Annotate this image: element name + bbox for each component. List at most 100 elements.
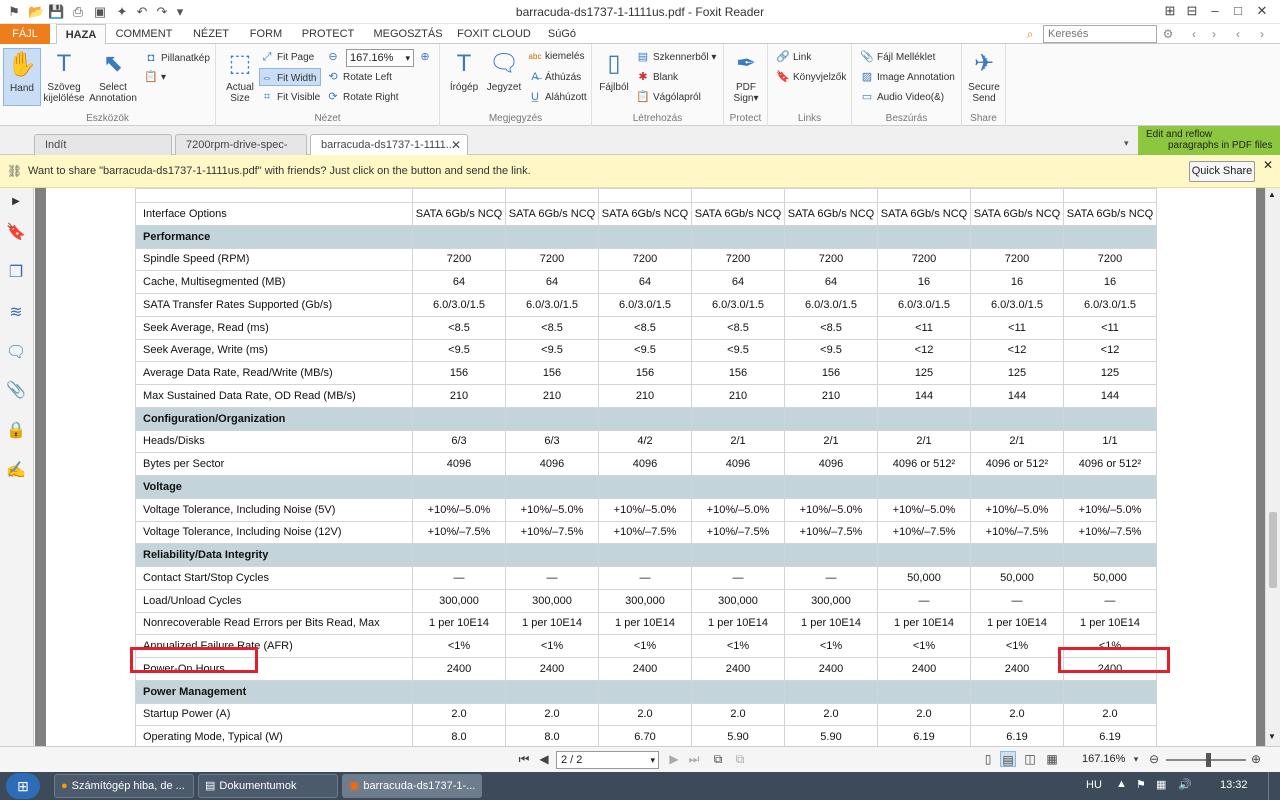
clock[interactable]: 13:32 xyxy=(1220,779,1248,791)
signature-panel-icon[interactable]: ✍ xyxy=(6,461,26,481)
zoom-in-icon[interactable]: ⊕ xyxy=(418,48,435,66)
scroll-up-icon[interactable]: ▲ xyxy=(1268,190,1276,199)
tab-nezet[interactable]: NÉZET xyxy=(186,24,236,44)
start-button[interactable]: ⊞ xyxy=(6,773,40,799)
doc-tab-barracuda[interactable]: barracuda-ds1737-1-1111... ✕ xyxy=(310,134,468,155)
zoom-slider-thumb[interactable] xyxy=(1206,753,1211,767)
snapshot-button[interactable]: ◘ Pillanatkép xyxy=(144,49,210,67)
from-clipboard-button[interactable]: 📋 Vágólapról xyxy=(636,88,701,106)
zoom-in-status-icon[interactable]: ⊕ xyxy=(1248,751,1264,767)
rotate-left-button[interactable]: ⟲ Rotate Left xyxy=(326,68,392,86)
previous-view-icon[interactable]: ⧉ xyxy=(710,751,726,767)
search-input[interactable] xyxy=(1043,25,1157,43)
table-cell xyxy=(970,679,1064,704)
zoom-out-status-icon[interactable]: ⊖ xyxy=(1146,751,1162,767)
expand-panel-icon[interactable]: ▶ xyxy=(6,192,26,212)
image-annotation-button[interactable]: ▨ Image Annotation xyxy=(860,68,955,86)
maximize-button[interactable]: □ xyxy=(1228,2,1248,20)
facing-page-icon[interactable]: ◫ xyxy=(1022,751,1038,767)
tab-close-icon[interactable]: ✕ xyxy=(451,135,461,155)
action-center-flag-icon[interactable]: ⚑ xyxy=(1136,778,1146,791)
fit-page-button[interactable]: ⤢ Fit Page xyxy=(260,48,315,66)
tab-form[interactable]: FORM xyxy=(244,24,288,44)
next-page-icon[interactable]: ▶ xyxy=(666,751,682,767)
show-desktop-button[interactable] xyxy=(1268,772,1280,800)
fit-width-button[interactable]: ⇔ Fit Width xyxy=(259,68,322,86)
tab-sugo[interactable]: SúGó xyxy=(540,24,584,44)
actual-size-button[interactable]: ⬚ Actual Size xyxy=(222,48,258,104)
typewriter-button[interactable]: T Írógép xyxy=(446,48,482,93)
tray-expand-icon[interactable]: ▲ xyxy=(1116,778,1127,790)
first-page-icon[interactable]: ⏮ xyxy=(516,751,532,767)
single-page-icon[interactable]: ▯ xyxy=(980,751,996,767)
file-attachment-button[interactable]: 📎 Fájl Melléklet xyxy=(860,48,935,66)
from-scanner-button[interactable]: ▤ Szkennerből ▾ xyxy=(636,48,717,66)
maximize-icon[interactable]: ⊟ xyxy=(1182,2,1202,20)
scroll-down-icon[interactable]: ▼ xyxy=(1268,732,1276,741)
fit-visible-button[interactable]: ⌗ Fit Visible xyxy=(260,88,320,106)
notification-close-icon[interactable]: ✕ xyxy=(1263,158,1273,172)
from-file-button[interactable]: ▯ Fájlból xyxy=(596,48,632,93)
back-arrow-2-icon[interactable]: ‹ xyxy=(1230,26,1246,42)
settings-gear-icon[interactable]: ⚙ xyxy=(1160,26,1176,42)
scrollbar-thumb[interactable] xyxy=(1269,512,1277,588)
select-text-button[interactable]: T Szöveg kijelölése xyxy=(42,48,86,104)
next-view-icon[interactable]: ⧉ xyxy=(732,751,748,767)
tab-protect[interactable]: PROTECT xyxy=(298,24,358,44)
taskbar-item-documents[interactable]: ▤ Dokumentumok xyxy=(198,774,338,798)
tab-haza[interactable]: HAZA xyxy=(56,24,106,45)
tab-list-chevron-icon[interactable]: ▾ xyxy=(1124,138,1129,149)
quick-share-button[interactable]: Quick Share xyxy=(1189,161,1255,182)
volume-icon[interactable]: 🔊 xyxy=(1178,778,1192,791)
language-indicator[interactable]: HU xyxy=(1086,779,1102,791)
select-annotation-button[interactable]: ⬉ Select Annotation xyxy=(88,48,138,104)
note-button[interactable]: 🗨 Jegyzet xyxy=(484,48,524,93)
fit-visible-icon: ⌗ xyxy=(263,91,271,103)
tab-megosztas[interactable]: MEGOSZTÁS xyxy=(370,24,446,44)
continuous-page-icon[interactable]: ▤ xyxy=(1000,751,1016,767)
close-button[interactable]: ✕ xyxy=(1252,2,1272,20)
audio-video-button[interactable]: ▭ Audio Video(&) xyxy=(860,88,944,106)
link-button[interactable]: 🔗 Link xyxy=(776,48,811,66)
network-icon[interactable]: ▦ xyxy=(1156,778,1166,791)
pages-panel-icon[interactable]: ❐ xyxy=(6,263,26,283)
promo-banner[interactable]: Edit and reflow paragraphs in PDF files xyxy=(1138,126,1280,155)
hand-button[interactable]: ✋ Hand xyxy=(3,48,41,106)
tab-file[interactable]: FÁJL xyxy=(0,24,50,44)
table-cell: 6.0/3.0/1.5 xyxy=(970,293,1064,317)
continuous-facing-icon[interactable]: ▦ xyxy=(1044,751,1060,767)
attachments-panel-icon[interactable]: 📎 xyxy=(6,381,26,401)
forward-arrow-2-icon[interactable]: › xyxy=(1254,26,1270,42)
highlight-button[interactable]: abc kiemelés xyxy=(528,48,585,66)
rotate-right-button[interactable]: ⟳ Rotate Right xyxy=(326,88,398,106)
tab-comment[interactable]: COMMENT xyxy=(112,24,176,44)
underline-button[interactable]: U̲ Aláhúzott xyxy=(528,88,587,106)
prev-page-icon[interactable]: ◀ xyxy=(536,751,552,767)
bookmarks-button[interactable]: 🔖 Könyvjelzők xyxy=(776,68,846,86)
last-page-icon[interactable]: ⏭ xyxy=(686,751,702,767)
bookmarks-panel-icon[interactable]: 🔖 xyxy=(6,223,26,243)
doc-tab-7200rpm[interactable]: 7200rpm-drive-spec-mb5... xyxy=(175,134,307,171)
taskbar-item-firefox[interactable]: ● Számítógép hiba, de ... xyxy=(54,774,194,798)
zoom-chevron-icon[interactable]: ▾ xyxy=(1128,751,1144,767)
vertical-scrollbar[interactable]: ▲ ▼ xyxy=(1265,188,1280,746)
layers-panel-icon[interactable]: ≋ xyxy=(6,303,26,323)
page-number-field[interactable]: 2 / 2 ▾ xyxy=(556,751,659,769)
taskbar-item-foxit[interactable]: ▣ barracuda-ds1737-1-... xyxy=(342,774,482,798)
find-icon[interactable]: ⌕ xyxy=(1022,26,1038,42)
blank-button[interactable]: ✱ Blank xyxy=(636,68,678,86)
restore-ribbon-icon[interactable]: ⊞ xyxy=(1160,2,1180,20)
doc-tab-start[interactable]: Indít xyxy=(34,134,172,155)
pdf-sign-button[interactable]: ✒ PDF Sign▾ xyxy=(728,48,764,104)
zoom-combo[interactable]: 167.16% ▾ xyxy=(346,49,414,67)
back-arrow-icon[interactable]: ‹ xyxy=(1186,26,1202,42)
zoom-out-icon[interactable]: ⊖ xyxy=(326,48,343,66)
forward-arrow-icon[interactable]: › xyxy=(1206,26,1222,42)
strikeout-button[interactable]: A̶ Áthúzás xyxy=(528,68,581,86)
security-lock-icon[interactable]: 🔒 xyxy=(6,421,26,441)
secure-send-button[interactable]: ✈ Secure Send xyxy=(966,48,1002,104)
tab-foxit-cloud[interactable]: FOXIT CLOUD xyxy=(456,24,532,44)
clipboard-button[interactable]: 📋 ▾ xyxy=(144,68,166,86)
comments-panel-icon[interactable]: 🗨 xyxy=(6,343,26,363)
minimize-button[interactable]: – xyxy=(1205,2,1225,20)
